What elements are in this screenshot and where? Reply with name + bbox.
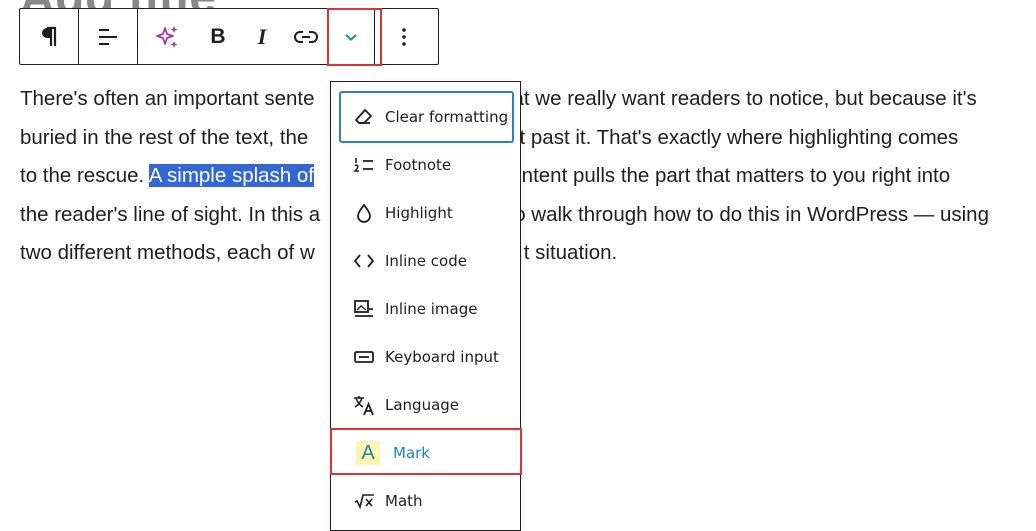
- paragraph-block-button[interactable]: [20, 9, 78, 64]
- menu-item-clear-formatting[interactable]: Clear formatting: [339, 91, 514, 143]
- footnote-icon: [349, 150, 379, 180]
- block-toolbar: B I: [19, 8, 439, 65]
- text-segment: at we really want readers to notice, but…: [512, 87, 977, 110]
- menu-item-highlight[interactable]: Highlight: [339, 191, 512, 235]
- ai-sparkle-button[interactable]: [138, 9, 196, 64]
- rich-text-dropdown-menu: Clear formatting Footnote Highlight Inli…: [330, 81, 521, 531]
- toolbar-group-options: [375, 9, 433, 64]
- math-icon: [349, 486, 379, 516]
- mark-icon-glyph: A: [356, 441, 380, 465]
- toolbar-group-align: [79, 9, 137, 64]
- text-segment: two different methods, each of w: [20, 241, 315, 264]
- paragraph-line: to the rescue. A simple splash of content…: [20, 157, 1030, 196]
- mark-icon: A: [353, 438, 383, 468]
- droplet-icon: [349, 198, 379, 228]
- bold-button[interactable]: B: [196, 9, 240, 64]
- keyboard-icon: [349, 342, 379, 372]
- options-button[interactable]: [375, 9, 433, 64]
- sparkle-icon: [154, 24, 180, 50]
- toolbar-group-format: B I: [138, 9, 374, 64]
- menu-item-language[interactable]: Language: [339, 383, 512, 427]
- link-button[interactable]: [284, 9, 328, 64]
- menu-item-keyboard-input[interactable]: Keyboard input: [339, 335, 512, 379]
- menu-item-label: Math: [385, 492, 423, 510]
- menu-item-label: Inline code: [385, 252, 467, 270]
- menu-item-math[interactable]: Math: [339, 479, 512, 523]
- text-segment: to the rescue.: [20, 164, 149, 187]
- menu-item-label: Mark: [393, 444, 430, 462]
- text-segment: buried in the rest of the text, the: [20, 125, 309, 149]
- menu-item-label: Language: [385, 396, 460, 414]
- menu-item-label: Clear formatting: [385, 108, 509, 126]
- text-segment: o walk through how to do this in WordPre…: [514, 202, 989, 226]
- link-icon: [293, 29, 319, 45]
- paragraph-line: There's often an important sente at we re…: [20, 80, 1030, 119]
- menu-item-mark[interactable]: A Mark: [339, 431, 512, 475]
- eraser-icon: [349, 102, 379, 132]
- menu-item-inline-code[interactable]: Inline code: [339, 239, 512, 283]
- paragraph-line: two different methods, each of w t situat…: [20, 234, 1030, 273]
- code-icon: [349, 246, 379, 276]
- text-segment: t situation.: [523, 241, 618, 264]
- menu-item-label: Inline image: [385, 300, 478, 318]
- menu-item-label: Highlight: [385, 204, 453, 222]
- toolbar-group-block: [20, 9, 78, 64]
- align-left-icon: [97, 27, 119, 47]
- image-icon: [349, 294, 379, 324]
- text-segment: content pulls the part that matters to y…: [500, 164, 951, 187]
- menu-item-label: Footnote: [385, 156, 452, 174]
- more-vertical-icon: [401, 26, 407, 48]
- text-segment: There's often an important sente: [20, 87, 315, 110]
- italic-button[interactable]: I: [240, 9, 284, 64]
- chevron-down-icon: [343, 31, 359, 43]
- align-button[interactable]: [79, 9, 137, 64]
- text-segment: the reader's line of sight. In this a: [20, 202, 321, 226]
- paragraph-line: the reader's line of sight. In this a o w…: [20, 196, 1030, 235]
- text-segment: right past it. That's exactly where high…: [485, 125, 959, 149]
- menu-item-inline-image[interactable]: Inline image: [339, 287, 512, 331]
- language-icon: [349, 390, 379, 420]
- bold-icon: B: [210, 24, 226, 48]
- menu-item-footnote[interactable]: Footnote: [339, 143, 512, 187]
- paragraph-block[interactable]: There's often an important sente at we re…: [20, 80, 1030, 273]
- selected-text: A simple splash of: [148, 164, 315, 187]
- more-rich-text-button[interactable]: [328, 9, 374, 64]
- paragraph-line: buried in the rest of the text, the right…: [20, 119, 1030, 158]
- menu-item-label: Keyboard input: [385, 348, 499, 366]
- italic-icon: I: [257, 23, 267, 49]
- pilcrow-icon: [39, 26, 59, 48]
